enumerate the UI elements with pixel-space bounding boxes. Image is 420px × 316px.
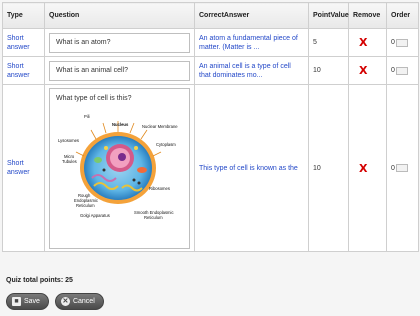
question-field[interactable]: What type of cell is this? Pili Nucleus …	[49, 87, 190, 249]
row-question-cell: What is an atom?	[44, 28, 195, 57]
order-input[interactable]	[395, 164, 408, 172]
row-type[interactable]: Short answer	[2, 28, 45, 57]
remove-button[interactable]: X	[359, 64, 367, 77]
label-ribosomes: Ribosomes	[149, 186, 170, 191]
label-micro-tubules-2: Tubules	[62, 159, 77, 164]
order-input[interactable]	[395, 38, 408, 47]
row-point-value: 10	[308, 84, 349, 252]
row-type[interactable]: Short answer	[2, 56, 45, 85]
row-order-cell: 0	[386, 56, 419, 85]
label-golgi: Golgi Apparatus	[80, 213, 110, 218]
label-rough-er-3: Reticulum	[76, 203, 95, 208]
cancel-button-label: Cancel	[72, 298, 95, 305]
question-text: What type of cell is this?	[56, 94, 132, 102]
order-input[interactable]	[395, 66, 408, 75]
row-point-value: 10	[308, 56, 349, 85]
table-row: Short answer What is an animal cell? An …	[2, 56, 419, 85]
questions-table: Type Question CorrectAnswer PointValue R…	[2, 2, 419, 252]
row-correct-answer[interactable]: This type of cell is known as the	[194, 84, 309, 252]
row-remove-cell: X	[348, 28, 387, 57]
header-order: Order	[386, 2, 419, 29]
order-value: 0	[391, 67, 395, 74]
order-value: 0	[391, 164, 395, 172]
quiz-editor: Type Question CorrectAnswer PointValue R…	[2, 2, 419, 252]
quiz-total-points: Quiz total points: 25	[6, 277, 73, 284]
table-row: Short answer What is an atom? An atom a …	[2, 28, 419, 57]
label-smooth-er-2: Reticulum	[144, 215, 163, 220]
save-button[interactable]: ■ Save	[6, 293, 49, 310]
header-type: Type	[2, 2, 45, 29]
row-order-cell: 0	[386, 84, 419, 252]
header-correct-answer: CorrectAnswer	[194, 2, 309, 29]
label-lysosomes: Lysosomes	[58, 138, 79, 143]
label-cytoplasm: Cytoplasm	[156, 142, 176, 147]
remove-button[interactable]: X	[359, 36, 367, 49]
question-field[interactable]: What is an atom?	[49, 32, 190, 53]
row-order-cell: 0	[386, 28, 419, 57]
header-question: Question	[44, 2, 195, 29]
close-icon: ✕	[60, 297, 70, 306]
label-pili: Pili	[84, 114, 90, 119]
save-button-label: Save	[24, 298, 40, 305]
row-remove-cell: X	[348, 56, 387, 85]
floppy-disk-icon: ■	[12, 297, 21, 306]
row-correct-answer[interactable]: An animal cell is a type of cell that do…	[194, 56, 309, 85]
row-type[interactable]: Short answer	[2, 84, 45, 252]
header-point-value: PointValue	[308, 2, 349, 29]
order-value: 0	[391, 39, 395, 46]
question-field[interactable]: What is an animal cell?	[49, 60, 190, 81]
remove-button[interactable]: X	[359, 162, 367, 175]
label-nuclear-membrane: Nuclear Membrane	[142, 124, 178, 129]
label-nucleus: Nucleus	[112, 122, 129, 127]
table-row: Short answer What type of cell is this?	[2, 84, 419, 252]
row-question-cell: What type of cell is this? Pili Nucleus …	[44, 84, 195, 252]
table-header-row: Type Question CorrectAnswer PointValue R…	[2, 2, 419, 29]
row-correct-answer[interactable]: An atom a fundamental piece of matter. (…	[194, 28, 309, 57]
cancel-button[interactable]: ✕ Cancel	[54, 293, 104, 310]
row-remove-cell: X	[348, 84, 387, 252]
header-remove: Remove	[348, 2, 387, 29]
row-question-cell: What is an animal cell?	[44, 56, 195, 85]
action-buttons: ■ Save ✕ Cancel	[6, 293, 104, 310]
animal-cell-diagram: Pili Nucleus Nuclear Membrane Lysosomes …	[58, 114, 178, 220]
row-point-value: 5	[308, 28, 349, 57]
